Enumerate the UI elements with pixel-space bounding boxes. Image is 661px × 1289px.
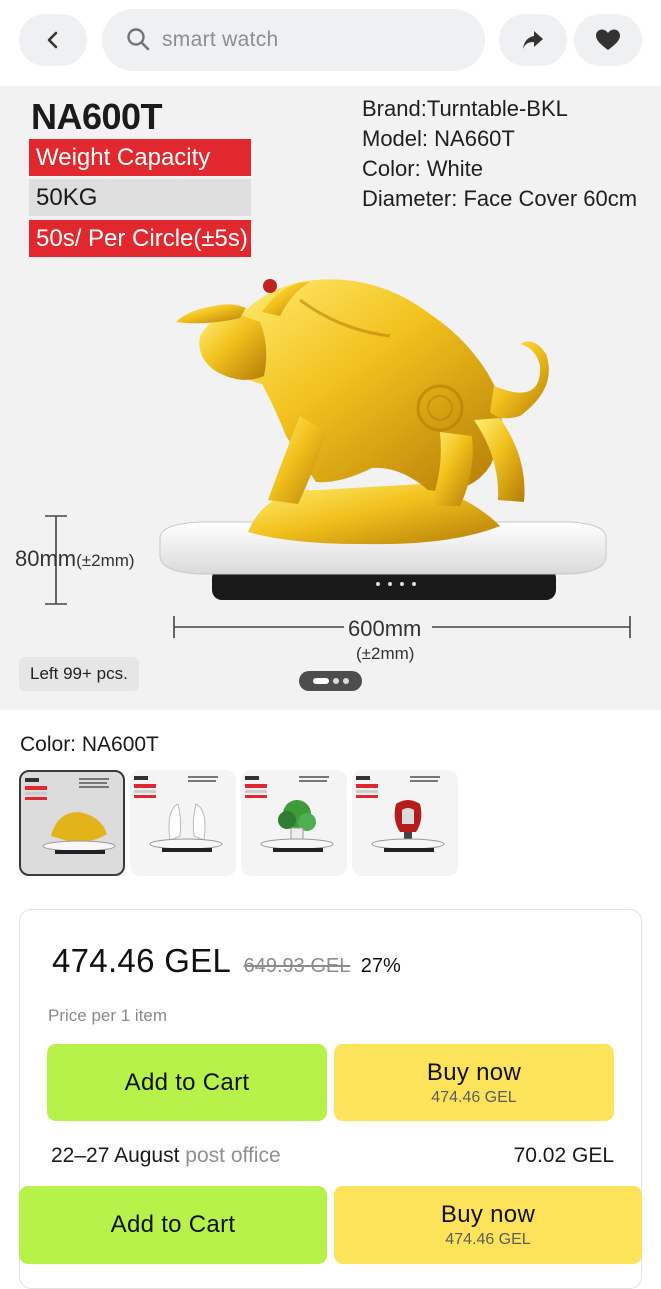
sticky-add-to-cart-button[interactable]: Add to Cart xyxy=(19,1186,327,1264)
thumbnail-potted-plant xyxy=(245,776,334,852)
product-image-gallery[interactable]: NA600T Weight Capacity 50KG 50s/ Per Cir… xyxy=(0,86,661,710)
height-dimension-label: 80mm(±2mm) xyxy=(15,546,135,572)
thumbnail-white-swans xyxy=(134,776,223,852)
color-options xyxy=(19,770,458,876)
sticky-buy-now-label: Buy now xyxy=(440,1201,536,1228)
delivery-dates: 22–27 August xyxy=(51,1144,180,1167)
sticky-buy-now-price: 474.46 GEL xyxy=(445,1231,531,1248)
shipping-price: 70.02 GEL xyxy=(513,1144,614,1167)
delivery-method: post office xyxy=(185,1144,281,1167)
color-option-na360t[interactable] xyxy=(241,770,347,876)
add-to-cart-button[interactable]: Add to Cart xyxy=(47,1044,327,1121)
carousel-dot xyxy=(332,678,339,684)
delivery-info: 22–27 August post office xyxy=(51,1144,281,1168)
height-value: 80mm xyxy=(15,546,77,571)
favorite-button[interactable] xyxy=(574,14,642,66)
top-bar xyxy=(0,0,661,86)
width-dimension-label: 600mm xyxy=(348,616,422,641)
carousel-indicator xyxy=(299,671,362,691)
current-price: 474.46 GEL xyxy=(52,942,232,979)
height-tolerance: (±2mm) xyxy=(76,551,135,570)
old-price: 649.93 GEL xyxy=(243,955,351,977)
discount-percent: 27% xyxy=(360,955,401,977)
sticky-add-to-cart-label: Add to Cart xyxy=(110,1211,236,1238)
search-icon xyxy=(126,27,152,53)
search-bar[interactable] xyxy=(102,9,485,71)
thumbnail-golden-bull xyxy=(25,778,116,854)
buy-now-label: Buy now xyxy=(426,1058,522,1086)
price-per-item-label: Price per 1 item xyxy=(48,1006,168,1025)
share-button[interactable] xyxy=(499,14,567,66)
width-tolerance: (±2mm) xyxy=(356,644,415,663)
color-selection-label: Color: NA600T xyxy=(20,733,159,756)
product-photo xyxy=(45,279,631,638)
price-row: 474.46 GEL 649.93 GEL 27% xyxy=(52,942,401,980)
sticky-buy-now-button[interactable]: Buy now 474.46 GEL xyxy=(334,1186,642,1264)
heart-icon xyxy=(595,28,621,52)
color-option-na600t[interactable] xyxy=(19,770,125,876)
color-option-na260t[interactable] xyxy=(352,770,458,876)
add-to-cart-label: Add to Cart xyxy=(124,1068,250,1096)
color-option-na460t[interactable] xyxy=(130,770,236,876)
buy-now-button[interactable]: Buy now 474.46 GEL xyxy=(334,1044,614,1121)
share-arrow-icon xyxy=(521,29,545,51)
chevron-left-icon xyxy=(45,30,61,50)
buy-now-price: 474.46 GEL xyxy=(431,1088,517,1106)
thumbnail-helmet xyxy=(356,776,445,852)
back-button[interactable] xyxy=(19,14,87,66)
carousel-dot xyxy=(342,678,349,684)
carousel-dot-active xyxy=(312,678,329,684)
search-input[interactable] xyxy=(162,28,462,52)
stock-badge: Left 99+ pcs. xyxy=(19,657,139,691)
